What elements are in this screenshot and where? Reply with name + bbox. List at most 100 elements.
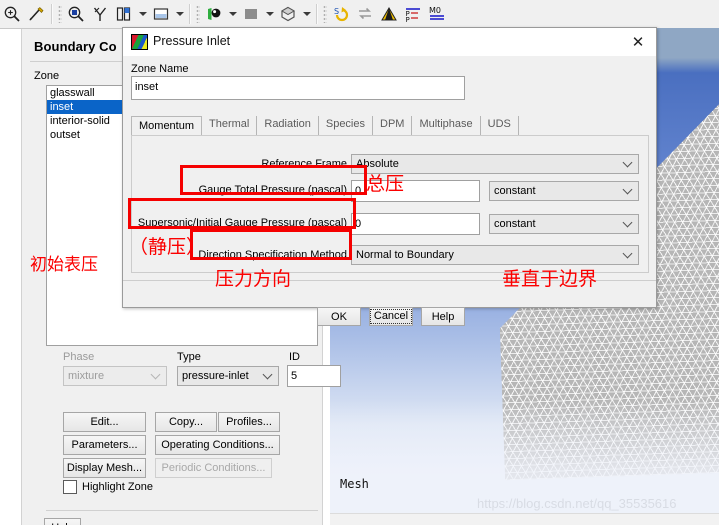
tab-dpm[interactable]: DPM xyxy=(373,116,413,135)
toolbar-group-solver: S PP M0 xyxy=(329,1,449,27)
render-cube-icon[interactable] xyxy=(276,2,300,26)
fluent-app-icon xyxy=(131,34,148,50)
render-cube-dropdown-arrow[interactable] xyxy=(300,2,313,26)
direction-method-value: Normal to Boundary xyxy=(356,249,454,261)
annotation-normal-to-boundary: 垂直于边界 xyxy=(502,268,598,290)
display-mesh-button-label: Display Mesh... xyxy=(66,462,143,474)
tab-radiation[interactable]: Radiation xyxy=(257,116,319,135)
toolbar-grip-2[interactable] xyxy=(196,5,200,23)
pressure-icon[interactable]: PP xyxy=(401,2,425,26)
highlight-zone-checkbox[interactable] xyxy=(63,480,77,494)
tab-momentum[interactable]: Momentum xyxy=(131,116,203,136)
toolbar-group-view xyxy=(0,1,48,27)
layout-dropdown-arrow[interactable] xyxy=(136,2,149,26)
supersonic-pressure-input[interactable]: 0 xyxy=(351,213,480,235)
operating-conditions-button[interactable]: Operating Conditions... xyxy=(155,435,280,455)
supersonic-pressure-label: Supersonic/Initial Gauge Pressure (pasca… xyxy=(137,217,347,229)
gauge-total-pressure-method-value: constant xyxy=(494,185,536,197)
zone-name-label: Zone Name xyxy=(131,63,189,75)
mesh-peak-icon[interactable] xyxy=(377,2,401,26)
cancel-button[interactable]: Cancel xyxy=(369,307,413,326)
parameters-button-label: Parameters... xyxy=(71,439,138,451)
display-mesh-button[interactable]: Display Mesh... xyxy=(63,458,146,478)
panel-help-button[interactable]: Help xyxy=(44,518,81,525)
main-toolbar: S PP M0 xyxy=(0,0,719,29)
ok-button-label: OK xyxy=(331,310,347,323)
zone-name-input[interactable]: inset xyxy=(131,76,465,100)
toolbar-grip-3[interactable] xyxy=(323,5,327,23)
panel-title: Boundary Co xyxy=(34,39,117,54)
color-swatch-dropdown-arrow[interactable] xyxy=(263,2,276,26)
zoom-fit-icon[interactable] xyxy=(64,2,88,26)
edit-button-label: Edit... xyxy=(90,416,119,428)
lighting-dropdown-arrow[interactable] xyxy=(226,2,239,26)
copy-button[interactable]: Copy... xyxy=(155,412,217,432)
dialog-titlebar[interactable]: Pressure Inlet ✕ xyxy=(123,28,656,56)
direction-method-select[interactable]: Normal to Boundary xyxy=(351,245,639,265)
svg-text:M0: M0 xyxy=(429,6,441,15)
toolbar-group-display xyxy=(64,1,186,27)
refresh-icon[interactable] xyxy=(353,2,377,26)
dialog-help-button[interactable]: Help xyxy=(421,307,465,326)
watermark-text: https://blog.csdn.net/qq_35535616 xyxy=(477,496,677,511)
lighting-icon[interactable] xyxy=(202,2,226,26)
dialog-tabs: Momentum Thermal Radiation Species DPM M… xyxy=(131,116,647,136)
dialog-help-button-label: Help xyxy=(431,310,455,323)
annotation-initial-gauge-pressure: 初始表压 xyxy=(30,255,98,275)
id-input[interactable]: 5 xyxy=(287,365,341,387)
gauge-total-pressure-method-select[interactable]: constant xyxy=(489,181,639,201)
reference-frame-label: Reference Frame xyxy=(261,158,347,170)
highlight-zone-label: Highlight Zone xyxy=(82,481,153,493)
zone-list-label: Zone xyxy=(34,70,60,82)
annotation-pressure-direction: 压力方向 xyxy=(215,268,292,290)
gauge-total-pressure-label: Gauge Total Pressure (pascal) xyxy=(198,184,347,196)
copy-button-label: Copy... xyxy=(168,416,204,428)
chevron-down-icon xyxy=(152,371,160,379)
momentum-settings-group: Reference Frame Absolute Gauge Total Pre… xyxy=(131,135,649,273)
parameters-button[interactable]: Parameters... xyxy=(63,435,146,455)
mesh-label: Mesh xyxy=(340,477,369,491)
view-window-icon[interactable] xyxy=(149,2,173,26)
svg-text:S: S xyxy=(334,7,339,16)
eyedropper-icon[interactable] xyxy=(24,2,48,26)
toolbar-grip[interactable] xyxy=(58,5,62,23)
graphics-bottom-strip xyxy=(330,513,719,525)
view-window-dropdown-arrow[interactable] xyxy=(173,2,186,26)
periodic-conditions-button-label: Periodic Conditions... xyxy=(161,462,266,474)
zoom-in-icon[interactable] xyxy=(0,2,24,26)
type-select[interactable]: pressure-inlet xyxy=(177,366,279,386)
profiles-button-label: Profiles... xyxy=(226,416,272,428)
edit-button[interactable]: Edit... xyxy=(63,412,146,432)
supersonic-pressure-method-value: constant xyxy=(494,218,536,230)
phase-select: mixture xyxy=(63,366,167,386)
phase-value: mixture xyxy=(68,370,105,382)
supersonic-pressure-method-select[interactable]: constant xyxy=(489,214,639,234)
direction-method-label: Direction Specification Method xyxy=(198,249,347,261)
id-label: ID xyxy=(289,351,300,363)
phase-label: Phase xyxy=(63,351,95,363)
toolbar-group-render xyxy=(202,1,313,27)
tab-uds[interactable]: UDS xyxy=(481,116,519,135)
chevron-down-icon xyxy=(624,250,632,258)
cancel-button-label: Cancel xyxy=(369,309,413,324)
type-value: pressure-inlet xyxy=(182,370,249,382)
profiles-button[interactable]: Profiles... xyxy=(218,412,280,432)
panel-footer-divider xyxy=(46,510,318,511)
tab-species[interactable]: Species xyxy=(319,116,373,135)
chevron-down-icon xyxy=(624,186,632,194)
close-icon[interactable]: ✕ xyxy=(628,33,648,51)
annotation-total-pressure: 总压 xyxy=(366,173,405,195)
axes-icon[interactable] xyxy=(88,2,112,26)
svg-text:P: P xyxy=(406,16,410,23)
operating-conditions-button-label: Operating Conditions... xyxy=(161,439,274,451)
highlight-zone-row[interactable]: Highlight Zone xyxy=(63,480,153,494)
color-swatch-icon[interactable] xyxy=(239,2,263,26)
ok-button[interactable]: OK xyxy=(317,307,361,326)
tab-multiphase[interactable]: Multiphase xyxy=(412,116,481,135)
dialog-title: Pressure Inlet xyxy=(153,34,231,48)
type-label: Type xyxy=(177,351,201,363)
sync-icon[interactable]: S xyxy=(329,2,353,26)
layout-icon[interactable] xyxy=(112,2,136,26)
monitor-icon[interactable]: M0 xyxy=(425,2,449,26)
tab-thermal[interactable]: Thermal xyxy=(202,116,258,135)
